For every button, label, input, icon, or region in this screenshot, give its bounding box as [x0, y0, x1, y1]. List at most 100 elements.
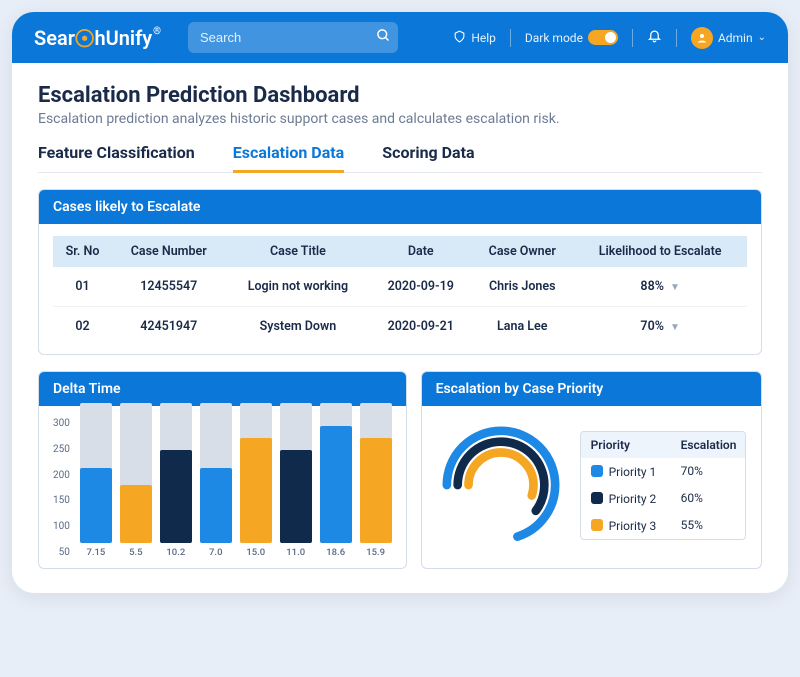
- swatch-icon: [591, 519, 603, 531]
- cell-date: 2020-09-19: [370, 267, 471, 307]
- bar-col: 11.0: [280, 403, 312, 558]
- priority-legend: Priority Escalation Priority 170%Priorit…: [580, 431, 746, 540]
- dark-mode-label: Dark mode: [525, 31, 583, 45]
- bars-zone: 7.155.510.27.015.011.018.615.9: [80, 418, 392, 558]
- cell-num: 42451947: [112, 307, 226, 347]
- page-content: Escalation Prediction Dashboard Escalati…: [12, 63, 788, 593]
- cell-title: System Down: [226, 307, 371, 347]
- bar-fill: [120, 485, 152, 543]
- bar-label: 7.0: [209, 547, 222, 558]
- priority-panel-title: Escalation by Case Priority: [422, 372, 761, 406]
- tab-feature-classification[interactable]: Feature Classification: [38, 143, 195, 172]
- search-input-wrap[interactable]: [188, 22, 398, 53]
- priority-chart: Priority Escalation Priority 170%Priorit…: [422, 406, 761, 564]
- brand-reg: ®: [153, 26, 161, 37]
- admin-label: Admin: [718, 31, 753, 45]
- bar-track: [120, 403, 152, 543]
- tab-scoring-data[interactable]: Scoring Data: [382, 143, 474, 172]
- cell-sr: 01: [53, 267, 112, 307]
- y-axis: 30025020015010050: [53, 418, 70, 558]
- divider: [632, 29, 633, 47]
- bar-label: 11.0: [286, 547, 305, 558]
- bar-track: [360, 403, 392, 543]
- col-owner: Case Owner: [471, 236, 573, 267]
- legend-label: Priority 3: [581, 512, 671, 539]
- help-link[interactable]: Help: [453, 30, 496, 46]
- bell-icon[interactable]: [647, 28, 662, 47]
- bar-fill: [200, 468, 232, 543]
- legend-pct: 60%: [671, 485, 745, 511]
- bar-fill: [80, 468, 112, 543]
- col-title: Case Title: [226, 236, 371, 267]
- cases-panel-title: Cases likely to Escalate: [39, 190, 761, 224]
- cell-title: Login not working: [226, 267, 371, 307]
- tab-escalation-data[interactable]: Escalation Data: [233, 143, 344, 173]
- page-subtitle: Escalation prediction analyzes historic …: [38, 111, 762, 127]
- delta-panel-title: Delta Time: [39, 372, 406, 406]
- cell-sr: 02: [53, 307, 112, 347]
- bar-label: 5.5: [129, 547, 142, 558]
- swatch-icon: [591, 492, 603, 504]
- cell-owner: Lana Lee: [471, 307, 573, 347]
- bar-fill: [320, 426, 352, 543]
- expand-icon[interactable]: ▼: [670, 282, 680, 293]
- bar-col: 7.0: [200, 403, 232, 558]
- bar-track: [320, 403, 352, 543]
- table-row[interactable]: 01 12455547 Login not working 2020-09-19…: [53, 267, 747, 307]
- bar-label: 15.9: [366, 547, 385, 558]
- bar-track: [240, 403, 272, 543]
- divider: [676, 29, 677, 47]
- bar-track: [200, 403, 232, 543]
- table-row[interactable]: 02 42451947 System Down 2020-09-21 Lana …: [53, 307, 747, 347]
- swatch-icon: [591, 465, 603, 477]
- brand-logo: Sear☉hUnify®: [34, 24, 160, 52]
- legend-pct: 55%: [671, 512, 745, 538]
- bar-track: [80, 403, 112, 543]
- legend-label: Priority 2: [581, 485, 671, 512]
- cell-pct[interactable]: 70%▼: [573, 307, 747, 347]
- bar-label: 7.15: [86, 547, 105, 558]
- legend-pct: 70%: [671, 458, 745, 484]
- brand-o-icon: ☉: [74, 25, 96, 53]
- app-window: Sear☉hUnify® Help Dark mode Admin ⌄ Esca…: [12, 12, 788, 593]
- donut-chart: [436, 420, 566, 550]
- bar-fill: [360, 438, 392, 543]
- cases-panel: Cases likely to Escalate Sr. No Case Num…: [38, 189, 762, 355]
- chevron-down-icon: ⌄: [758, 32, 766, 43]
- bar-fill: [160, 450, 192, 543]
- expand-icon[interactable]: ▼: [670, 322, 680, 333]
- y-tick: 150: [53, 495, 70, 506]
- y-tick: 300: [53, 418, 70, 429]
- search-icon[interactable]: [376, 28, 391, 47]
- legend-row: Priority 170%: [581, 458, 745, 485]
- dark-mode-toggle[interactable]: Dark mode: [525, 30, 618, 45]
- col-date: Date: [370, 236, 471, 267]
- bar-col: 15.9: [360, 403, 392, 558]
- legend-row: Priority 355%: [581, 512, 745, 539]
- legend-head-escalation: Escalation: [671, 432, 745, 458]
- y-tick: 100: [53, 521, 70, 532]
- cell-owner: Chris Jones: [471, 267, 573, 307]
- bar-fill: [280, 450, 312, 543]
- cell-date: 2020-09-21: [370, 307, 471, 347]
- help-label: Help: [471, 31, 496, 45]
- legend-head-priority: Priority: [581, 432, 671, 458]
- bar-track: [280, 403, 312, 543]
- search-input[interactable]: [200, 30, 376, 45]
- bar-col: 10.2: [160, 403, 192, 558]
- col-casenum: Case Number: [112, 236, 226, 267]
- delta-chart: 30025020015010050 7.155.510.27.015.011.0…: [39, 406, 406, 568]
- user-menu[interactable]: Admin ⌄: [691, 27, 766, 49]
- priority-panel: Escalation by Case Priority Priority Esc…: [421, 371, 762, 569]
- toggle-switch[interactable]: [588, 30, 618, 45]
- tabs: Feature Classification Escalation Data S…: [38, 143, 762, 173]
- bar-col: 5.5: [120, 403, 152, 558]
- delta-time-panel: Delta Time 30025020015010050 7.155.510.2…: [38, 371, 407, 569]
- cell-pct[interactable]: 88%▼: [573, 267, 747, 307]
- avatar-icon: [691, 27, 713, 49]
- y-tick: 200: [53, 470, 70, 481]
- divider: [510, 29, 511, 47]
- bar-col: 15.0: [240, 403, 272, 558]
- legend-row: Priority 260%: [581, 485, 745, 512]
- bar-label: 18.6: [326, 547, 345, 558]
